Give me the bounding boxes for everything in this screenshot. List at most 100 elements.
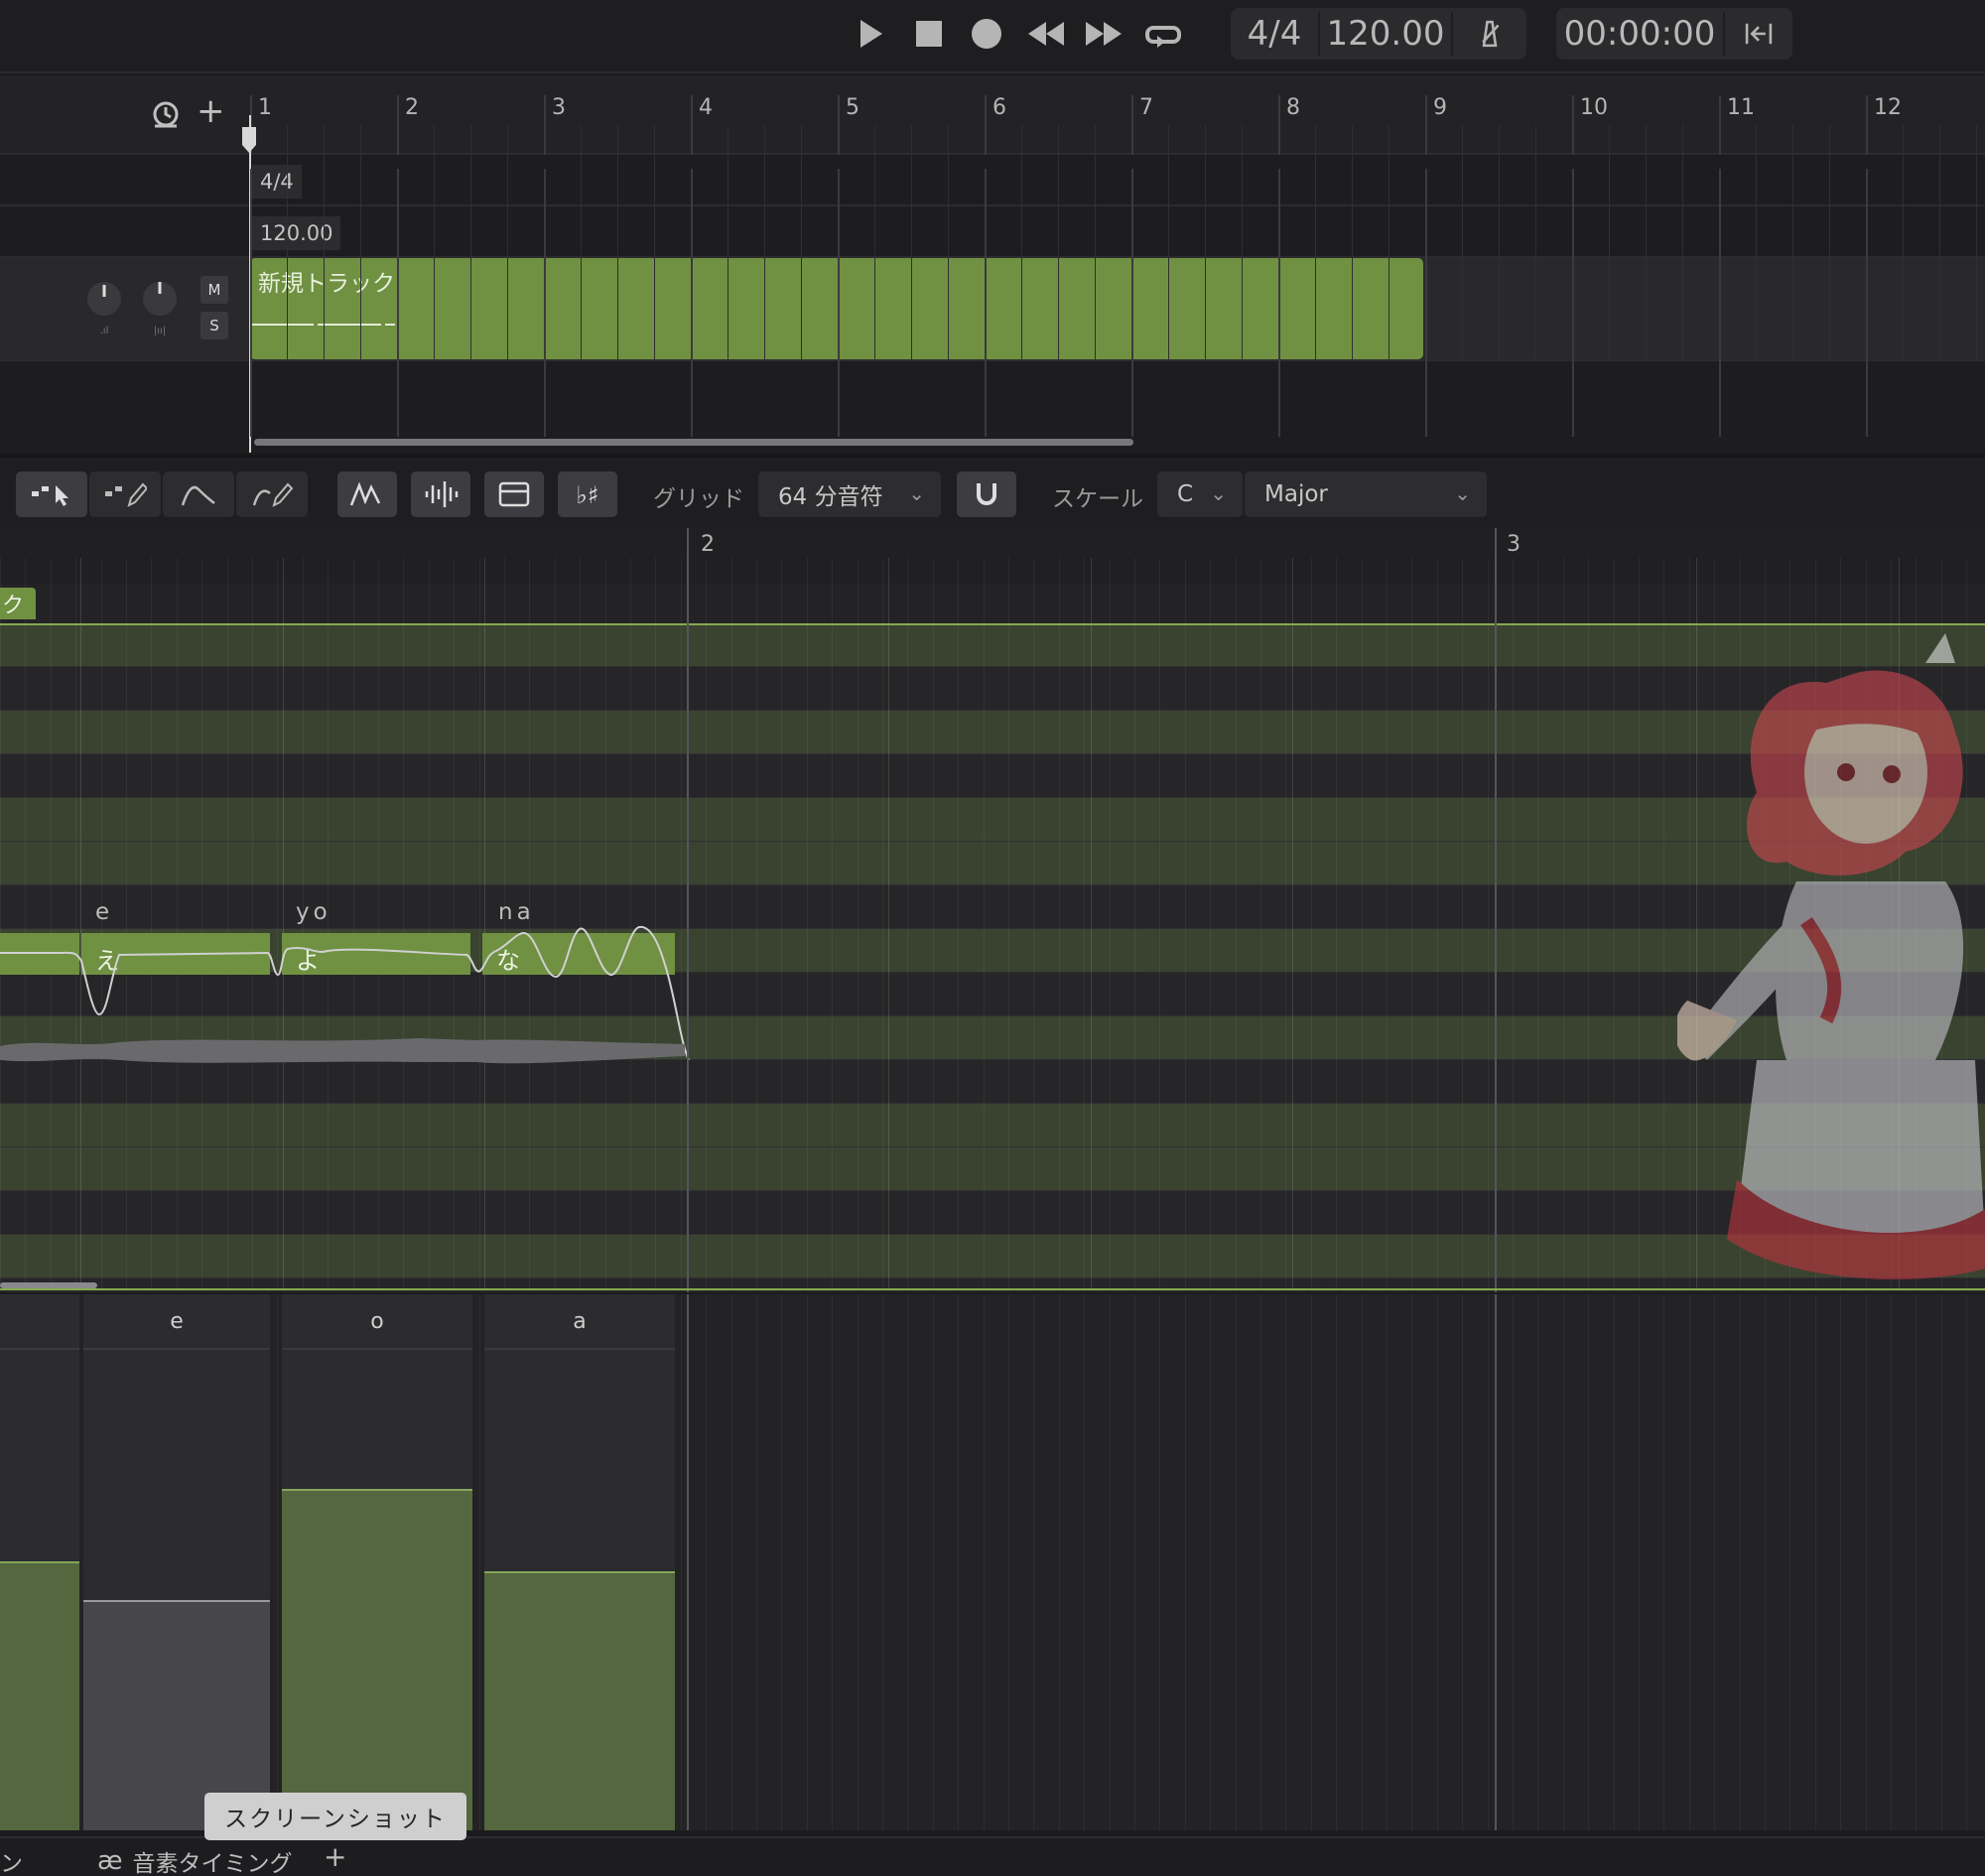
- beat-tick: [1058, 125, 1059, 155]
- grid-line: [1789, 1294, 1791, 1830]
- phoneme-column[interactable]: [0, 1294, 79, 1830]
- grid-line: [958, 1294, 960, 1830]
- grid-line: [1562, 558, 1564, 1288]
- grid-line: [1285, 558, 1287, 1288]
- grid-line: [832, 558, 834, 1288]
- grid-line: [1940, 1294, 1942, 1830]
- pitch-line-toggle[interactable]: [337, 471, 397, 517]
- beat-tick: [470, 125, 471, 155]
- clip-tab[interactable]: ク: [0, 588, 36, 619]
- beat-tick: [654, 125, 655, 155]
- beat-tick: [617, 125, 618, 155]
- phoneme-column[interactable]: e: [83, 1294, 270, 1830]
- metronome-button[interactable]: [1453, 8, 1526, 60]
- phoneme-level-bar[interactable]: [0, 1561, 79, 1830]
- beat-line: [1903, 155, 1904, 361]
- beat-line: [1090, 558, 1092, 1288]
- beat-line: [507, 155, 508, 361]
- rewind-button[interactable]: [1022, 12, 1070, 56]
- beat-line: [1756, 155, 1757, 361]
- beat-tick: [1976, 125, 1977, 155]
- tab-phoneme-timing[interactable]: æ 音素タイミング: [97, 1844, 293, 1876]
- bar-number: 2: [405, 95, 419, 120]
- clock-icon: [153, 101, 179, 128]
- bar-line: [397, 169, 399, 437]
- bar-line: [1495, 1294, 1497, 1830]
- accidental-toggle[interactable]: ♭♯: [558, 471, 617, 517]
- pitch-wave-icon: [349, 481, 381, 506]
- phoneme-level-bar[interactable]: [484, 1571, 675, 1830]
- beat-tick: [1021, 125, 1022, 155]
- chevron-down-icon: ⌄: [908, 481, 925, 505]
- bar-tick: [1572, 95, 1574, 155]
- phoneme-label: a: [484, 1294, 675, 1350]
- phoneme-column[interactable]: o: [282, 1294, 472, 1830]
- add-tab-button[interactable]: +: [324, 1840, 346, 1873]
- pan-knob[interactable]: |ıı|: [141, 280, 179, 339]
- audio-waveform: [0, 1038, 685, 1064]
- grid-line: [1387, 1294, 1388, 1830]
- beat-line: [1646, 155, 1647, 361]
- add-marker-button[interactable]: +: [197, 91, 225, 131]
- scale-mode-dropdown[interactable]: Major ⌄: [1245, 471, 1487, 517]
- pitch-draw-tool-button[interactable]: [236, 471, 308, 517]
- solo-button[interactable]: S: [200, 312, 228, 339]
- clip-note-preview: [250, 324, 395, 326]
- grid-line: [730, 558, 732, 1288]
- mute-button[interactable]: M: [200, 276, 228, 304]
- time-signature-display[interactable]: 4/4: [1231, 8, 1318, 60]
- play-button[interactable]: [846, 12, 893, 56]
- grid-dropdown[interactable]: 64 分音符 ⌄: [758, 471, 941, 517]
- track-clip[interactable]: 新規トラック: [250, 258, 1423, 359]
- record-button[interactable]: [963, 12, 1010, 56]
- phoneme-level-bar[interactable]: [282, 1489, 472, 1830]
- stop-button[interactable]: [905, 12, 953, 56]
- bar-number: 2: [701, 532, 715, 557]
- grid-line: [1361, 1294, 1363, 1830]
- beat-tick: [1462, 125, 1463, 155]
- rewind-icon: [1028, 22, 1064, 46]
- chevron-down-icon: ⌄: [1454, 481, 1471, 505]
- grid-line: [907, 558, 909, 1288]
- phoneme-column[interactable]: a: [484, 1294, 675, 1830]
- tempo-marker[interactable]: 120.00: [252, 216, 341, 250]
- go-to-start-button[interactable]: [1725, 8, 1792, 60]
- timeline-ruler[interactable]: + 1 2 3 4 5 6 7 8 9 10 11 12: [0, 75, 1985, 155]
- bar-number: 11: [1727, 95, 1755, 120]
- magnet-icon: [977, 483, 996, 505]
- pitch-curve-tool-button[interactable]: [163, 471, 234, 517]
- time-signature-marker[interactable]: 4/4: [252, 165, 302, 199]
- grid-line: [983, 1294, 985, 1830]
- scale-key-dropdown[interactable]: C ⌄: [1157, 471, 1243, 517]
- fast-forward-button[interactable]: [1080, 12, 1127, 56]
- ae-ligature-icon: æ: [97, 1846, 123, 1876]
- tempo-display[interactable]: 120.00: [1320, 8, 1451, 60]
- knob-icon: |ıı|: [143, 282, 177, 336]
- grid-line: [1462, 558, 1464, 1288]
- piano-roll-scrollbar[interactable]: [0, 1282, 97, 1288]
- curve-icon: [181, 485, 215, 506]
- loop-button[interactable]: [1139, 12, 1187, 56]
- history-button[interactable]: [151, 99, 181, 133]
- grid-line: [1260, 1294, 1261, 1830]
- arrangement-scrollbar[interactable]: [254, 439, 1133, 446]
- piano-roll[interactable]: 2 3 ク え よ な e yo na: [0, 528, 1985, 1292]
- grid-line: [857, 558, 859, 1288]
- piano-roll-ruler[interactable]: 2 3: [0, 528, 1985, 584]
- beat-line: [617, 155, 618, 361]
- volume-knob[interactable]: .ıl: [85, 280, 123, 339]
- grid-line: [1084, 1294, 1086, 1830]
- piano-roll-toggle[interactable]: [484, 471, 544, 517]
- note-draw-tool-button[interactable]: [89, 471, 161, 517]
- tab-partial[interactable]: ン: [0, 1844, 23, 1876]
- phoneme-parameter-lane[interactable]: e o a: [0, 1294, 1985, 1830]
- time-display: 00:00:00: [1563, 14, 1716, 54]
- record-icon: [972, 19, 1001, 49]
- transport-bar: 4/4 120.00 00:00:00: [0, 0, 1985, 73]
- waveform-toggle[interactable]: [411, 471, 470, 517]
- bar-number: 6: [992, 95, 1006, 120]
- character-illustration: [1677, 633, 1985, 1279]
- snap-toggle[interactable]: [957, 471, 1016, 517]
- beat-line: [1205, 155, 1206, 361]
- select-tool-button[interactable]: [16, 471, 87, 517]
